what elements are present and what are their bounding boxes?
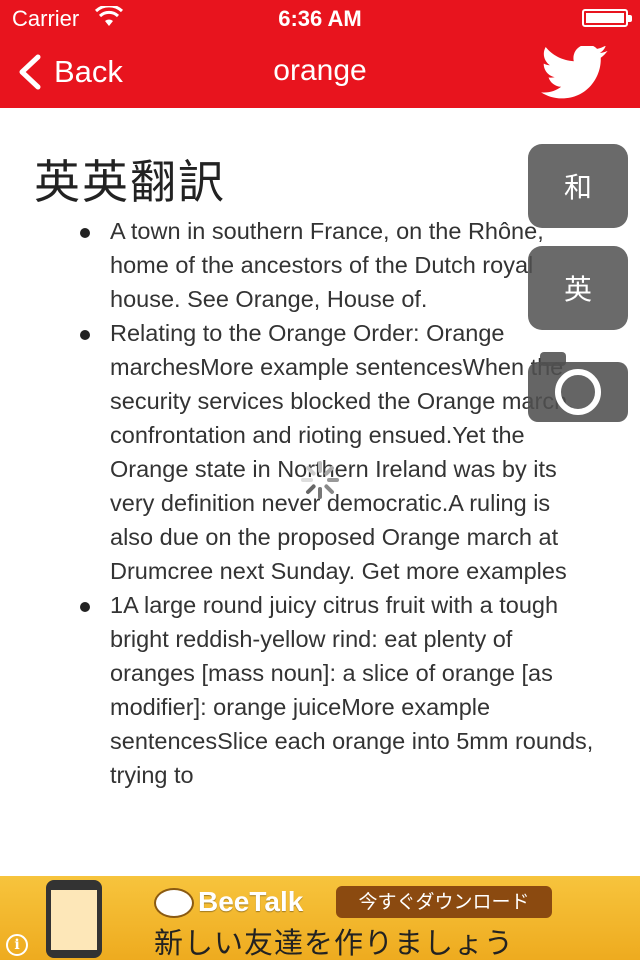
twitter-bird-icon[interactable] bbox=[540, 46, 610, 100]
definition-list: A town in southern France, on the Rhône,… bbox=[76, 214, 596, 792]
status-time: 6:36 AM bbox=[278, 6, 362, 31]
bee-logo-icon bbox=[154, 888, 194, 918]
ad-phone-image bbox=[46, 880, 102, 958]
ad-brand: BeeTalk bbox=[198, 886, 304, 917]
definition-item: 1A large round juicy citrus fruit with a… bbox=[76, 588, 596, 792]
top-bar: Carrier 6:36 AM Back orange bbox=[0, 0, 640, 108]
status-bar: Carrier 6:36 AM bbox=[0, 0, 640, 36]
info-icon[interactable]: i bbox=[6, 934, 28, 956]
japanese-translation-button[interactable]: 和 bbox=[528, 144, 628, 228]
loading-spinner-icon bbox=[301, 461, 339, 499]
definition-item: Relating to the Orange Order: Orange mar… bbox=[76, 316, 596, 588]
camera-icon[interactable] bbox=[526, 350, 630, 424]
section-heading: 英英翻訳 bbox=[34, 155, 226, 209]
ad-tagline: 新しい友達を作りましょう bbox=[154, 926, 515, 960]
english-translation-button[interactable]: 英 bbox=[528, 246, 628, 330]
nav-bar: Back orange bbox=[0, 36, 640, 108]
battery-icon bbox=[582, 9, 632, 27]
ad-download-button[interactable]: 今すぐダウンロード bbox=[336, 886, 552, 918]
ad-banner[interactable]: i BeeTalk 今すぐダウンロード 新しい友達を作りましょう bbox=[0, 876, 640, 960]
definition-item: A town in southern France, on the Rhône,… bbox=[76, 214, 596, 316]
